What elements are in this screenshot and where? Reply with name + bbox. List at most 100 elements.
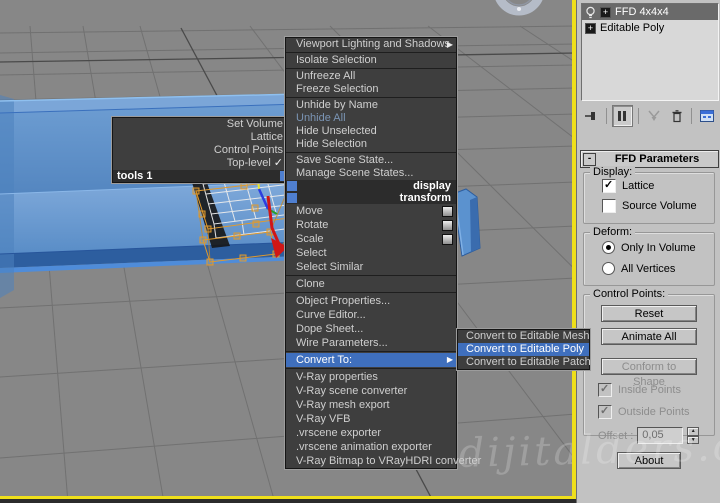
bottom-strip (0, 499, 576, 503)
make-unique-icon[interactable] (644, 106, 664, 126)
convert-to-submenu: Convert to Editable Mesh Convert to Edit… (457, 329, 591, 370)
lattice-checkbox[interactable]: ✓ (602, 179, 616, 193)
rollout-title: FFD Parameters (614, 153, 700, 165)
menu-item-dope-sheet[interactable]: Dope Sheet... (286, 322, 456, 336)
menu-item-hide-unselected[interactable]: Hide Unselected (286, 125, 456, 138)
display-group-legend: Display: (590, 166, 636, 178)
settings-box-icon[interactable] (442, 234, 453, 245)
menu-item-clone[interactable]: Clone (286, 277, 456, 291)
menu-item-isolate-selection[interactable]: Isolate Selection (286, 54, 456, 67)
toolbar-separator (638, 108, 640, 124)
collapse-icon[interactable]: - (583, 152, 596, 166)
inside-points-checkbox: ✓ (598, 383, 612, 397)
menu-separator (286, 351, 456, 352)
outside-points-checkbox-row: ✓ Outside Points (598, 405, 690, 419)
max-viewport-screenshot: www.dijitalders.com Set Volume Lattice C… (0, 0, 720, 503)
quad-corner-icon (287, 193, 297, 203)
menu-item-vray-vfb[interactable]: V-Ray VFB (286, 412, 456, 426)
menu-item-convert-editable-mesh[interactable]: Convert to Editable Mesh (458, 330, 590, 343)
menu-item-vray-bitmap-converter[interactable]: V-Ray Bitmap to VRayHDRI converter (286, 454, 481, 468)
menu-item-wire-parameters[interactable]: Wire Parameters... (286, 336, 456, 350)
menu-item-select-similar[interactable]: Select Similar (286, 260, 456, 274)
settings-box-icon[interactable] (442, 206, 453, 217)
submenu-arrow-icon: ▶ (446, 40, 453, 49)
menu-item-vray-properties[interactable]: V-Ray properties (286, 370, 456, 384)
menu-item-freeze-selection[interactable]: Freeze Selection (286, 83, 456, 96)
active-viewport-border-right (572, 0, 576, 499)
menu-item-unhide-by-name[interactable]: Unhide by Name (286, 99, 456, 112)
menu-separator (286, 368, 456, 369)
remove-modifier-icon[interactable] (667, 106, 687, 126)
modifier-stack-list[interactable]: + FFD 4x4x4 + Editable Poly (581, 3, 719, 101)
menu-item-move[interactable]: Move (286, 204, 456, 218)
menu-item-rotate[interactable]: Rotate (286, 218, 456, 232)
menu-item-hide-selection[interactable]: Hide Selection (286, 138, 456, 151)
quad-menu-tools: Set Volume Lattice Control Points Top-le… (112, 117, 292, 183)
only-in-volume-radio-row[interactable]: Only In Volume (602, 241, 714, 254)
quad-header-transform[interactable]: transform (286, 192, 456, 204)
menu-item-vrscene-exporter[interactable]: .vrscene exporter (286, 426, 456, 440)
quad-header-tools[interactable]: tools 1 (113, 170, 291, 182)
menu-item-unhide-all: Unhide All (296, 112, 346, 124)
offset-input[interactable]: 0,05 (637, 427, 684, 444)
configure-modifier-sets-icon[interactable] (697, 106, 717, 126)
animate-all-button[interactable]: Animate All (601, 328, 697, 345)
source-volume-checkbox[interactable] (602, 199, 616, 213)
settings-box-icon[interactable] (442, 220, 453, 231)
modifier-stack-row-ffd[interactable]: + FFD 4x4x4 (582, 4, 718, 20)
menu-item-unfreeze-all[interactable]: Unfreeze All (286, 70, 456, 83)
menu-item-convert-to[interactable]: Convert To: ▶ (286, 353, 456, 367)
toolbar-separator (605, 108, 607, 124)
spinner-up-icon[interactable]: ▲ (687, 427, 700, 436)
toolbar-separator (691, 108, 693, 124)
control-points-group-legend: Control Points: (590, 288, 669, 300)
offset-label: Offset : (598, 429, 634, 442)
deform-group-legend: Deform: (590, 226, 636, 238)
menu-separator (286, 152, 456, 153)
menu-item-top-level[interactable]: Top-level ✓ (113, 157, 291, 170)
spinner-down-icon[interactable]: ▼ (687, 435, 700, 444)
modifier-stack-toolbar (581, 104, 717, 128)
menu-item-curve-editor[interactable]: Curve Editor... (286, 308, 456, 322)
show-end-result-icon[interactable] (611, 105, 634, 127)
menu-separator (286, 52, 456, 53)
lattice-checkbox-row[interactable]: ✓ Lattice (602, 179, 714, 193)
menu-separator (286, 275, 456, 276)
inside-points-checkbox-row: ✓ Inside Points (598, 383, 681, 397)
offset-spinner[interactable]: ▲ ▼ (687, 427, 700, 444)
menu-item-convert-editable-patch[interactable]: Convert to Editable Patch (458, 356, 591, 369)
outside-points-checkbox: ✓ (598, 405, 612, 419)
quad-header-display[interactable]: display (286, 180, 456, 192)
source-volume-checkbox-row[interactable]: Source Volume (602, 199, 714, 213)
menu-separator (286, 97, 456, 98)
menu-item-scale[interactable]: Scale (286, 232, 456, 246)
offset-row: Offset : 0,05 ▲ ▼ (598, 427, 714, 444)
menu-item-convert-editable-poly[interactable]: Convert to Editable Poly (458, 343, 589, 356)
about-button[interactable]: About (617, 452, 681, 469)
expand-plus-icon[interactable]: + (585, 22, 596, 34)
menu-item-save-scene-state[interactable]: Save Scene State... (286, 154, 456, 167)
menu-item-vray-mesh-export[interactable]: V-Ray mesh export (286, 398, 456, 412)
conform-to-shape-button: Conform to Shape (601, 358, 697, 388)
modifier-stack-row-editable-poly[interactable]: + Editable Poly (582, 20, 718, 36)
menu-item-object-properties[interactable]: Object Properties... (286, 294, 456, 308)
lightbulb-icon[interactable] (585, 6, 596, 19)
quad-menu-main: Viewport Lighting and Shadows ▶ Isolate S… (285, 37, 481, 469)
menu-item-vray-scene-converter[interactable]: V-Ray scene converter (286, 384, 456, 398)
menu-item-manage-scene-states[interactable]: Manage Scene States... (286, 167, 456, 180)
menu-item-viewport-lighting[interactable]: Viewport Lighting and Shadows ▶ (286, 38, 456, 51)
menu-item-vrscene-animation-exporter[interactable]: .vrscene animation exporter (286, 440, 456, 454)
menu-item-set-volume[interactable]: Set Volume (113, 118, 291, 131)
expand-plus-icon[interactable]: + (600, 6, 611, 18)
all-vertices-radio[interactable] (602, 262, 615, 275)
pin-stack-icon[interactable] (581, 106, 601, 126)
reset-button[interactable]: Reset (601, 305, 697, 322)
all-vertices-radio-row[interactable]: All Vertices (602, 262, 714, 275)
menu-item-control-points[interactable]: Control Points (113, 144, 291, 157)
quad-corner-icon (287, 181, 297, 191)
only-in-volume-radio[interactable] (602, 241, 615, 254)
deform-group: Deform: Only In Volume All Vertices (583, 226, 715, 286)
submenu-arrow-icon: ▶ (446, 355, 453, 364)
menu-item-select[interactable]: Select (286, 246, 456, 260)
menu-item-lattice[interactable]: Lattice (113, 131, 291, 144)
